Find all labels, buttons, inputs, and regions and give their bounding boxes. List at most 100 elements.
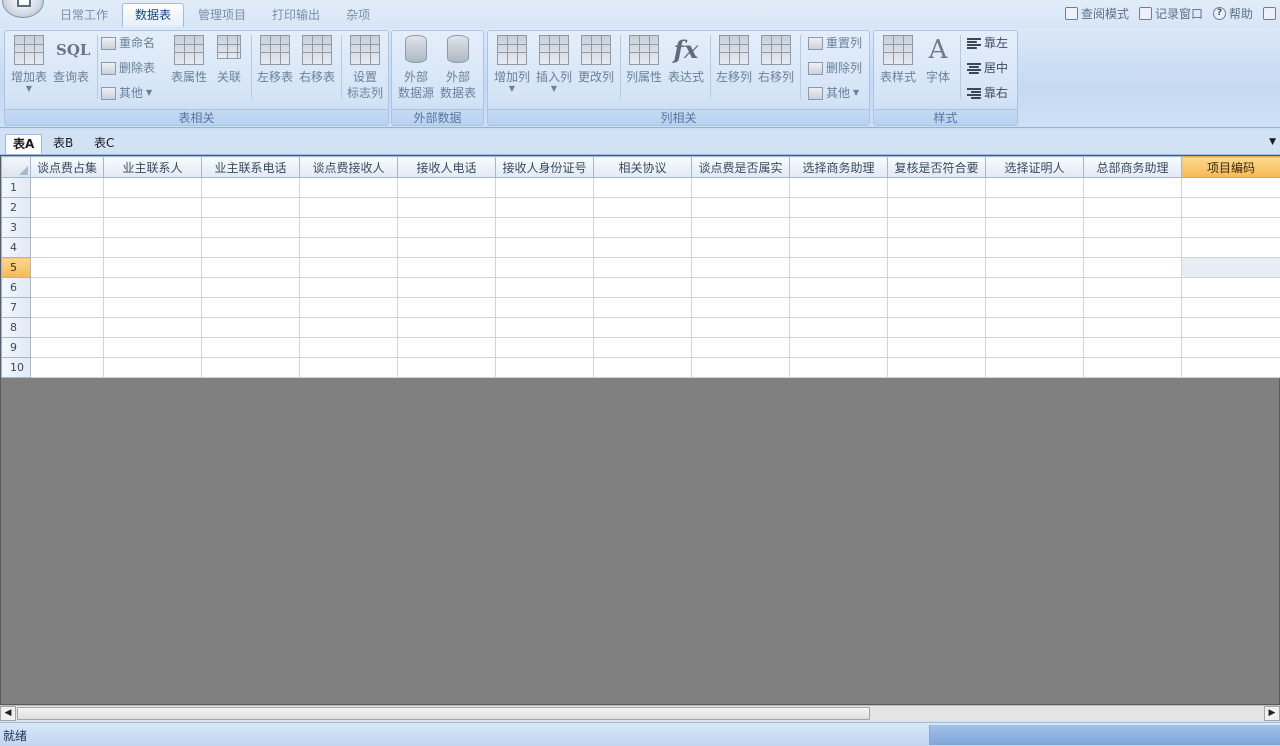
- grid-cell[interactable]: [887, 317, 986, 338]
- grid-cell[interactable]: [201, 257, 300, 278]
- grid-cell[interactable]: [789, 217, 888, 238]
- grid-cell[interactable]: [495, 197, 594, 218]
- grid-cell[interactable]: [1083, 197, 1182, 218]
- grid-cell[interactable]: [201, 357, 300, 378]
- grid-cell[interactable]: [1083, 317, 1182, 338]
- row-header[interactable]: 3: [1, 217, 31, 238]
- row-header[interactable]: 6: [1, 277, 31, 298]
- add-table-button[interactable]: 增加表 ▼: [7, 33, 51, 99]
- grid-cell[interactable]: [495, 257, 594, 278]
- grid-cell[interactable]: [299, 337, 398, 358]
- column-header[interactable]: 谈点费占集: [30, 156, 104, 178]
- align-center-button[interactable]: 居中: [967, 58, 1008, 78]
- external-table-button[interactable]: 外部 数据表: [436, 33, 480, 100]
- grid-cell[interactable]: [299, 257, 398, 278]
- column-header[interactable]: 项目编码: [1181, 156, 1280, 178]
- column-header[interactable]: 谈点费是否属实: [691, 156, 790, 178]
- grid-cell[interactable]: [593, 317, 692, 338]
- grid-cell[interactable]: [397, 317, 496, 338]
- grid-cell[interactable]: [495, 177, 594, 198]
- grid-cell[interactable]: [30, 197, 104, 218]
- tab-data-table[interactable]: 数据表: [122, 3, 185, 27]
- grid-cell[interactable]: [1083, 357, 1182, 378]
- align-right-button[interactable]: 靠右: [967, 83, 1008, 103]
- grid-cell[interactable]: [103, 217, 202, 238]
- grid-cell[interactable]: [1083, 297, 1182, 318]
- column-header[interactable]: 相关协议: [593, 156, 692, 178]
- record-window-button[interactable]: 记录窗口: [1138, 5, 1203, 22]
- view-mode-button[interactable]: 查阅模式: [1064, 5, 1129, 22]
- grid-cell[interactable]: [30, 357, 104, 378]
- application-menu-button[interactable]: [2, 0, 44, 18]
- grid-cell[interactable]: [593, 297, 692, 318]
- grid-cell[interactable]: [1083, 277, 1182, 298]
- scroll-left-icon[interactable]: ◀: [0, 706, 16, 721]
- grid-cell[interactable]: [201, 337, 300, 358]
- row-header[interactable]: 8: [1, 317, 31, 338]
- grid-cell[interactable]: [397, 337, 496, 358]
- column-header[interactable]: 复核是否符合要: [887, 156, 986, 178]
- grid-cell[interactable]: [397, 357, 496, 378]
- grid-cell[interactable]: [593, 237, 692, 258]
- grid-cell[interactable]: [789, 277, 888, 298]
- grid-cell[interactable]: [593, 197, 692, 218]
- column-header[interactable]: 接收人身份证号: [495, 156, 594, 178]
- grid-cell[interactable]: [985, 317, 1084, 338]
- grid-cell[interactable]: [1181, 277, 1280, 298]
- grid-cell[interactable]: [593, 217, 692, 238]
- delete-table-button[interactable]: 删除表: [101, 58, 155, 78]
- scrollbar-thumb[interactable]: [17, 707, 870, 720]
- grid-cell[interactable]: [789, 197, 888, 218]
- grid-cell[interactable]: [887, 237, 986, 258]
- grid-cell[interactable]: [985, 297, 1084, 318]
- grid-cell[interactable]: [201, 177, 300, 198]
- grid-cell[interactable]: [299, 297, 398, 318]
- rename-table-button[interactable]: 重命名: [101, 33, 155, 53]
- grid-cell[interactable]: [789, 317, 888, 338]
- column-header[interactable]: 谈点费接收人: [299, 156, 398, 178]
- grid-cell[interactable]: [789, 257, 888, 278]
- grid-cell[interactable]: [397, 177, 496, 198]
- grid-cell[interactable]: [1181, 337, 1280, 358]
- reset-column-button[interactable]: 重置列: [808, 33, 862, 53]
- column-header[interactable]: 总部商务助理: [1083, 156, 1182, 178]
- grid-cell[interactable]: [593, 357, 692, 378]
- grid-cell[interactable]: [30, 277, 104, 298]
- table-style-button[interactable]: 表样式: [876, 33, 920, 99]
- grid-cell[interactable]: [789, 357, 888, 378]
- column-header[interactable]: 接收人电话: [397, 156, 496, 178]
- expression-button[interactable]: fx 表达式: [664, 33, 708, 99]
- grid-cell[interactable]: [299, 357, 398, 378]
- row-header[interactable]: 2: [1, 197, 31, 218]
- column-other-button[interactable]: 其他 ▼: [808, 83, 859, 103]
- grid-cell[interactable]: [30, 177, 104, 198]
- column-header[interactable]: 选择商务助理: [789, 156, 888, 178]
- grid-cell[interactable]: [201, 197, 300, 218]
- grid-cell[interactable]: [691, 277, 790, 298]
- query-table-button[interactable]: SQL 查询表: [49, 33, 93, 99]
- grid-cell[interactable]: [103, 277, 202, 298]
- grid-cell[interactable]: [985, 357, 1084, 378]
- grid-cell[interactable]: [1181, 317, 1280, 338]
- tab-manage-project[interactable]: 管理项目: [186, 4, 258, 26]
- grid-cell[interactable]: [985, 217, 1084, 238]
- grid-cell[interactable]: [691, 177, 790, 198]
- grid-cell[interactable]: [30, 217, 104, 238]
- grid-cell[interactable]: [593, 337, 692, 358]
- grid-cell[interactable]: [691, 357, 790, 378]
- grid-cell[interactable]: [103, 357, 202, 378]
- move-column-left-button[interactable]: 左移列: [712, 33, 756, 99]
- grid-cell[interactable]: [691, 197, 790, 218]
- grid-cell[interactable]: [789, 337, 888, 358]
- grid-cell[interactable]: [1083, 217, 1182, 238]
- grid-cell[interactable]: [103, 257, 202, 278]
- column-props-button[interactable]: 列属性: [622, 33, 666, 99]
- grid-cell[interactable]: [887, 277, 986, 298]
- grid-cell[interactable]: [1181, 237, 1280, 258]
- grid-cell[interactable]: [30, 317, 104, 338]
- grid-cell[interactable]: [887, 257, 986, 278]
- grid-cell[interactable]: [1083, 337, 1182, 358]
- grid-cell[interactable]: [30, 297, 104, 318]
- grid-cell[interactable]: [397, 257, 496, 278]
- grid-cell[interactable]: [103, 337, 202, 358]
